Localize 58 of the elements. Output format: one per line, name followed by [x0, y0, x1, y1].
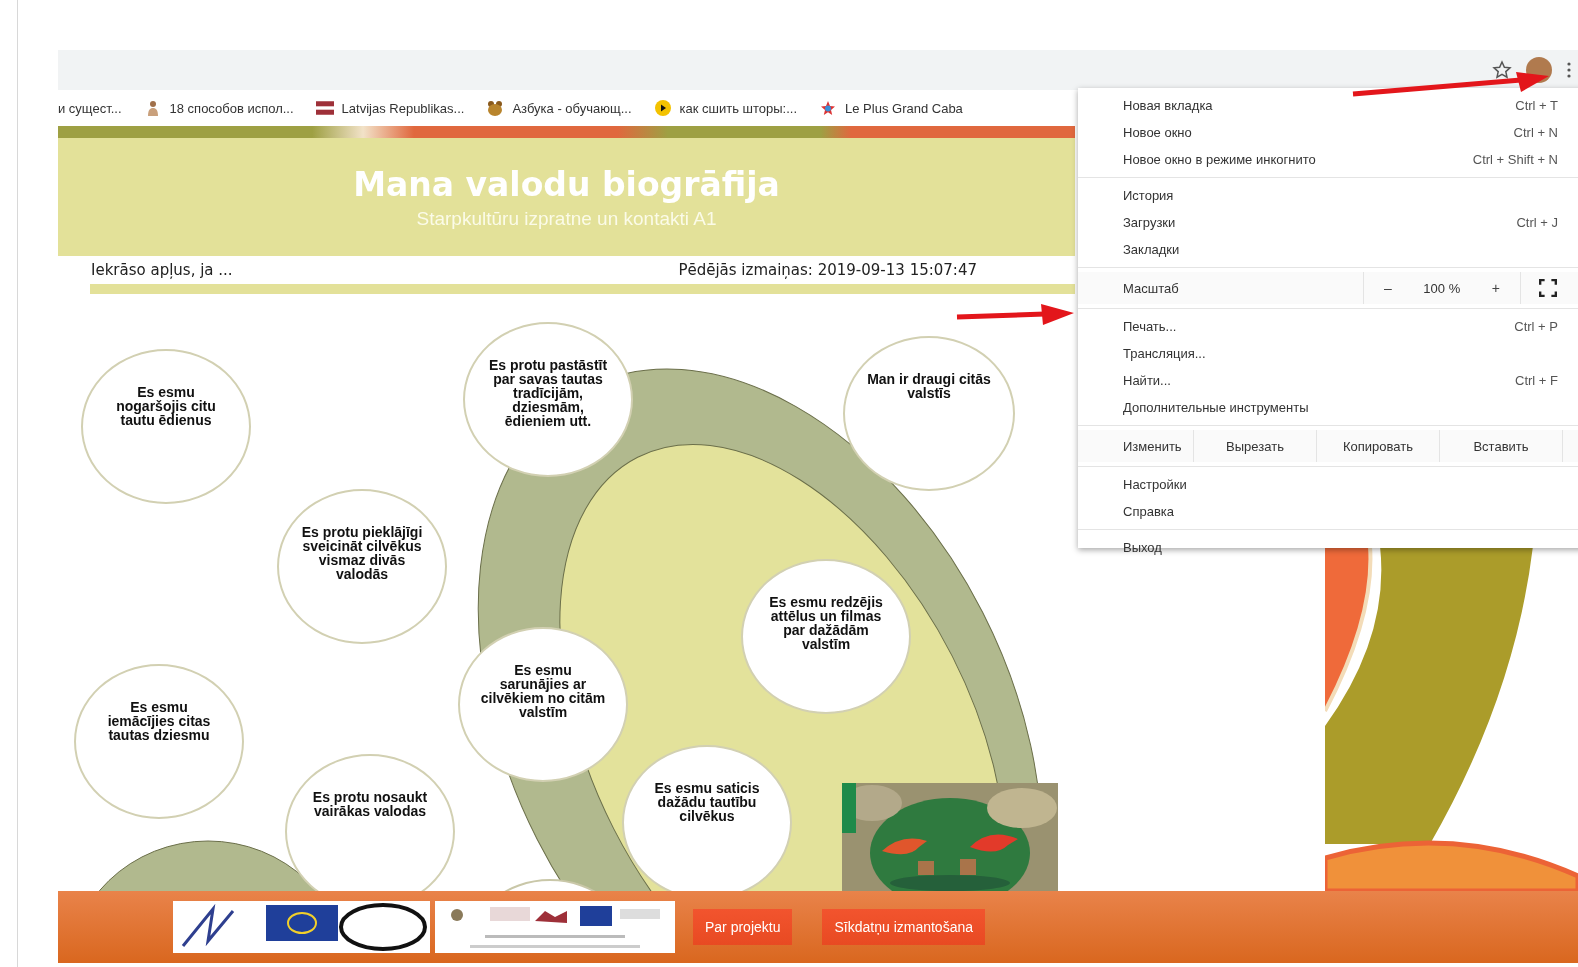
skill-circle[interactable]: Es protu nosaukt vairākas valodas: [285, 754, 455, 891]
zoom-in-button[interactable]: +: [1489, 280, 1502, 296]
menu-item[interactable]: Новое окно в режиме инкогнито Ctrl + Shift + N: [1078, 146, 1578, 173]
menu-item-label: Настройки: [1123, 477, 1187, 492]
menu-item-label: Справка: [1123, 504, 1174, 519]
skill-circle[interactable]: Man ir draugi citās valstīs: [843, 336, 1015, 491]
menu-item[interactable]: Новое окно Ctrl + N: [1078, 119, 1578, 146]
menu-item[interactable]: Печать... Ctrl + P: [1078, 313, 1578, 340]
menu-item-label: Новое окно: [1123, 125, 1192, 140]
skill-circle[interactable]: Es esmu iemācījies citas tautas dziesmu: [74, 664, 244, 819]
menu-item-label: Печать...: [1123, 319, 1177, 334]
menu-item-label: Новая вкладка: [1123, 98, 1213, 113]
shortcut-text: Ctrl + N: [1513, 125, 1558, 140]
menu-item-label: Найти...: [1123, 373, 1171, 388]
edit-label: Изменить: [1078, 430, 1194, 462]
edit-action-button[interactable]: Копировать: [1317, 430, 1440, 462]
page-subtitle: Starpkultūru izpratne un kontakti A1: [416, 207, 717, 230]
menu-item-label: Новое окно в режиме инкогнито: [1123, 152, 1316, 167]
menu-item[interactable]: Справка: [1078, 498, 1578, 525]
menu-item-label: Выход: [1123, 540, 1162, 555]
menu-item[interactable]: Загрузки Ctrl + J: [1078, 209, 1578, 236]
menu-item[interactable]: Трансляция...: [1078, 340, 1578, 367]
shortcut-text: Ctrl + J: [1516, 215, 1558, 230]
menu-item[interactable]: Найти... Ctrl + F: [1078, 367, 1578, 394]
menu-item[interactable]: Дополнительные инструменты: [1078, 394, 1578, 421]
menu-item[interactable]: Выход: [1078, 534, 1578, 561]
edit-action-button[interactable]: Вставить: [1440, 430, 1563, 462]
bookmark[interactable]: как сшить шторы:...: [653, 100, 798, 116]
menu-item-label: История: [1123, 188, 1174, 203]
bookmark[interactable]: и сущест...: [58, 100, 122, 116]
menu-item-label: Дополнительные инструменты: [1123, 400, 1309, 415]
menu-item-label: Загрузки: [1123, 215, 1176, 230]
bookmark[interactable]: Le Plus Grand Caba: [819, 100, 963, 116]
bookmark[interactable]: 18 способов испол...: [143, 100, 294, 116]
menu-item[interactable]: Новая вкладка Ctrl + T: [1078, 92, 1578, 119]
bookmark[interactable]: Latvijas Republikas...: [315, 100, 465, 116]
shortcut-text: Ctrl + F: [1515, 373, 1558, 388]
menu-item-label: Трансляция...: [1123, 346, 1206, 361]
skill-circle[interactable]: Es protu pastāstīt par savas tautas tradīcijām, dziesmām, ēdieniem utt.: [463, 322, 633, 477]
shortcut-text: Ctrl + P: [1514, 319, 1558, 334]
menu-item[interactable]: Закладки: [1078, 236, 1578, 263]
shortcut-text: Ctrl + Shift + N: [1472, 152, 1558, 167]
page-title: Mana valodu biogrāfija: [353, 164, 780, 204]
edit-action-button[interactable]: Вырезать: [1194, 430, 1317, 462]
skill-circle[interactable]: Es esmu nogaršojis citu tautu ēdienus: [81, 349, 251, 504]
menu-item[interactable]: Настройки: [1078, 471, 1578, 498]
menu-item[interactable]: История: [1078, 182, 1578, 209]
footer-button[interactable]: Par projektu: [693, 909, 793, 945]
shortcut-text: Ctrl + T: [1515, 98, 1558, 113]
bookmark[interactable]: Азбука - обучающ...: [486, 100, 632, 116]
last-modified-text: Pēdējās izmaiņas: 2019-09-13 15:07:47: [678, 261, 977, 279]
zoom-label: Масштаб: [1078, 272, 1364, 304]
footer-button[interactable]: Sīkdatņu izmantošana: [822, 909, 985, 945]
zoom-out-button[interactable]: –: [1382, 280, 1394, 296]
zoom-value: 100 %: [1423, 280, 1461, 296]
instruction-text: Iekrāso apļus, ja ...: [91, 261, 233, 279]
menu-item-label: Закладки: [1123, 242, 1180, 257]
skill-circle[interactable]: Es protu pieklājīgi sveicināt cilvēkus vismaz divās valodās: [277, 489, 447, 644]
